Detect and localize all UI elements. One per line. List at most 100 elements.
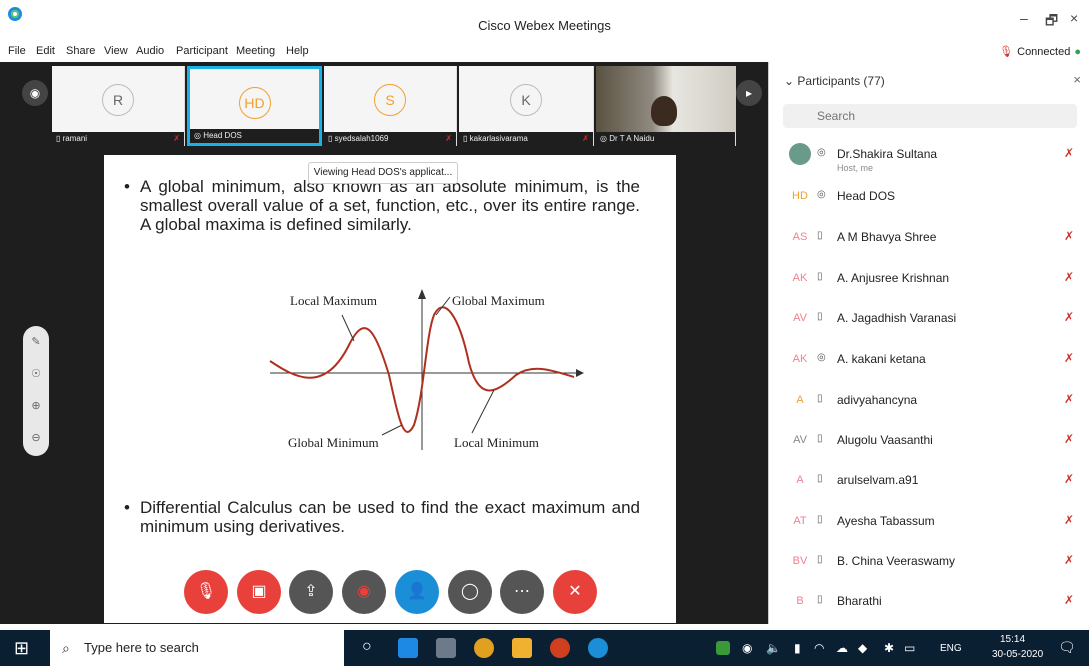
mic-muted-icon[interactable]: ✗ — [1064, 310, 1074, 324]
menu-share[interactable]: Share — [66, 45, 95, 57]
strip-right-arrow-icon[interactable]: ▸ — [736, 80, 762, 106]
chat-icon: ◯ — [461, 583, 479, 600]
participant-search-input[interactable] — [783, 104, 1077, 128]
shield-icon[interactable]: ◆ — [858, 641, 867, 655]
task-view-icon[interactable] — [436, 638, 456, 658]
mic-muted-icon: ✗ — [582, 134, 589, 143]
menu-edit[interactable]: Edit — [36, 45, 55, 57]
participant-name: adivyahancyna — [837, 393, 918, 407]
tray-webex-icon[interactable]: ◉ — [742, 641, 752, 655]
participant-row[interactable]: BV ▯ B. China Veeraswamy ✗ — [769, 541, 1089, 581]
wifi-icon[interactable]: ◠ — [814, 641, 824, 655]
webex-taskbar-icon[interactable] — [588, 638, 608, 658]
restore-button[interactable]: 🗗 — [1045, 10, 1058, 34]
video-button[interactable]: ▣ — [237, 570, 281, 614]
participant-name: arulselvam.a91 — [837, 473, 919, 487]
mic-muted-icon[interactable]: ✗ — [1064, 472, 1074, 486]
participant-row[interactable]: AV ▯ Alugolu Vaasanthi ✗ — [769, 420, 1089, 460]
strip-left-arrow-icon[interactable]: ◉ — [22, 80, 48, 106]
zoom-out-icon[interactable]: ⊖ — [23, 422, 49, 454]
bluetooth-icon[interactable]: ✱ — [884, 641, 894, 655]
video-tile-ramani[interactable]: R ▯ ramani ✗ — [52, 66, 185, 146]
menu-participant[interactable]: Participant — [176, 45, 228, 57]
participant-row[interactable]: B ▯ Bharathi ✗ — [769, 581, 1089, 621]
close-button[interactable]: × — [1070, 10, 1078, 26]
y-axis-arrow-icon — [418, 289, 426, 299]
cortana-icon[interactable]: ○ — [362, 638, 382, 658]
more-button[interactable]: ⋯ — [500, 570, 544, 614]
participant-name: Dr.Shakira Sultana — [837, 147, 938, 161]
minimize-button[interactable]: – — [1020, 10, 1028, 26]
chat-button[interactable]: ◯ — [448, 570, 492, 614]
phone-icon: ▯ — [817, 393, 823, 404]
connection-status[interactable]: 🎙 Connected ● — [999, 45, 1081, 58]
participants-button[interactable]: 👤 — [395, 570, 439, 614]
avatar: A — [789, 389, 811, 411]
taskbar-search[interactable]: ⌕ Type here to search — [50, 630, 344, 666]
menu-view[interactable]: View — [104, 45, 128, 57]
participant-row[interactable]: HD ◎ Head DOS — [769, 176, 1089, 216]
mic-muted-icon[interactable]: ✗ — [1064, 351, 1074, 365]
windows-start-icon[interactable]: ⊞ — [14, 638, 34, 658]
mic-muted-icon[interactable]: ✗ — [1064, 432, 1074, 446]
participant-name: Alugolu Vaasanthi — [837, 433, 933, 447]
video-tile-syedsalah[interactable]: S ▯ syedsalah1069 ✗ — [324, 66, 457, 146]
notifications-icon[interactable]: 🗨 — [1058, 639, 1076, 656]
annotation-toolbar: ✎ ☉ ⊕ ⊖ — [23, 326, 49, 456]
mute-button[interactable]: 🎙 — [184, 570, 228, 614]
mic-muted-icon[interactable]: ✗ — [1064, 146, 1074, 160]
zoom-in-icon[interactable]: ⊕ — [23, 390, 49, 422]
cloud-icon[interactable]: ☁ — [836, 641, 848, 655]
mic-muted-icon[interactable]: ✗ — [1064, 270, 1074, 284]
participant-row[interactable]: AV ▯ A. Jagadhish Varanasi ✗ — [769, 298, 1089, 338]
local-min-pointer — [471, 389, 495, 434]
mic-muted-icon[interactable]: ✗ — [1064, 593, 1074, 607]
annotate-icon[interactable]: ✎ — [23, 326, 49, 358]
participant-row[interactable]: AT ▯ Ayesha Tabassum ✗ — [769, 501, 1089, 541]
participants-header[interactable]: ⌄ Participants (77) — [784, 74, 885, 88]
menu-meeting[interactable]: Meeting — [236, 45, 275, 57]
avatar: AV — [789, 307, 811, 329]
menu-file[interactable]: File — [8, 45, 26, 57]
clock-date[interactable]: 30-05-2020 — [992, 649, 1043, 660]
menu-audio[interactable]: Audio — [136, 45, 164, 57]
powerpoint-icon[interactable] — [550, 638, 570, 658]
camera-feed — [596, 66, 736, 132]
mic-muted-icon[interactable]: ✗ — [1064, 229, 1074, 243]
mic-muted-icon[interactable]: ✗ — [1064, 392, 1074, 406]
chrome-icon[interactable] — [474, 638, 494, 658]
avatar: AV — [789, 429, 811, 451]
taskbar-search-placeholder: Type here to search — [84, 640, 199, 655]
mic-muted-icon[interactable]: ✗ — [1064, 553, 1074, 567]
volume-icon[interactable]: 🔈 — [766, 641, 781, 655]
participant-row[interactable]: AK ◎ A. kakani ketana ✗ — [769, 339, 1089, 379]
record-button[interactable]: ◉ — [342, 570, 386, 614]
participant-row[interactable]: ◎ Dr.Shakira Sultana Host, me ✗ — [769, 134, 1089, 174]
participant-row[interactable]: A ▯ arulselvam.a91 ✗ — [769, 460, 1089, 500]
avatar: AK — [789, 267, 811, 289]
participant-row[interactable]: A ▯ adivyahancyna ✗ — [769, 380, 1089, 420]
participant-row[interactable]: AS ▯ A M Bhavya Shree ✗ — [769, 217, 1089, 257]
language-indicator[interactable]: ENG — [940, 643, 962, 654]
tray-app-icon[interactable] — [716, 641, 730, 655]
menu-help[interactable]: Help — [286, 45, 309, 57]
panel-close-icon[interactable]: × — [1073, 72, 1081, 87]
video-tile-dr-naidu[interactable]: ◎ Dr T A Naidu — [596, 66, 736, 146]
network-icon[interactable]: ▭ — [904, 641, 915, 655]
clock-time[interactable]: 15:14 — [1000, 634, 1025, 645]
leave-button[interactable]: ✕ — [553, 570, 597, 614]
file-explorer-icon[interactable] — [512, 638, 532, 658]
mic-muted-icon[interactable]: ✗ — [1064, 513, 1074, 527]
avatar: AT — [789, 510, 811, 532]
video-tile-head-dos[interactable]: HD ◎ Head DOS — [187, 66, 322, 146]
edge-icon[interactable] — [398, 638, 418, 658]
participants-icon: 👤 — [407, 583, 427, 600]
mic-tray-icon[interactable]: ▮ — [794, 641, 801, 655]
video-tile-kakarlasivarama[interactable]: K ▯ kakarlasivarama ✗ — [459, 66, 594, 146]
participant-row[interactable]: AK ▯ A. Anjusree Krishnan ✗ — [769, 258, 1089, 298]
global-max-label: Global Maximum — [452, 293, 545, 308]
pointer-icon[interactable]: ☉ — [23, 358, 49, 390]
participant-name: A. Anjusree Krishnan — [837, 271, 950, 285]
phone-icon: ▯ — [817, 230, 823, 241]
share-button[interactable]: ⇪ — [289, 570, 333, 614]
